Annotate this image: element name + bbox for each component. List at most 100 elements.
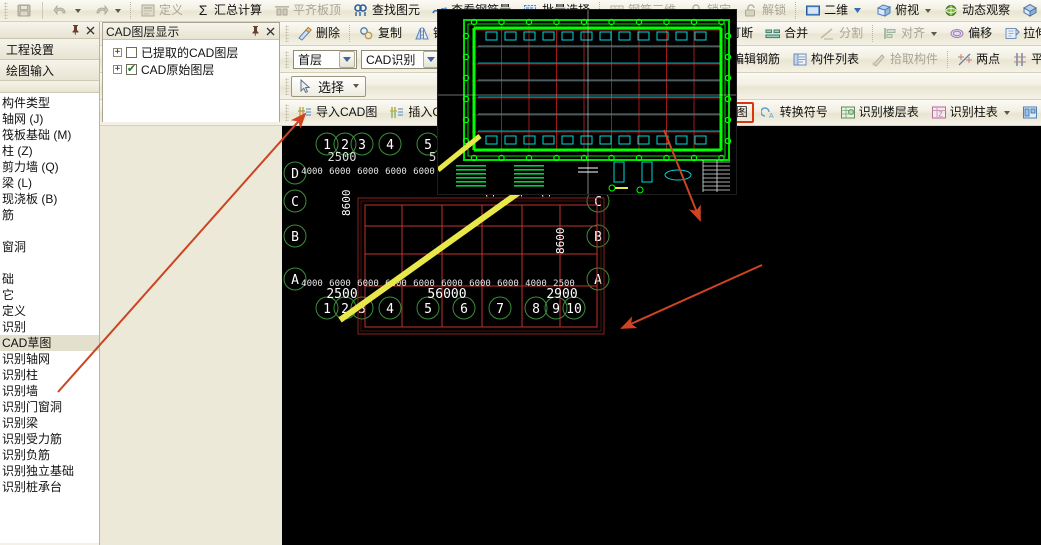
toolbar-item-delete[interactable]: 删除 [292,24,345,43]
toolbar-item-identify-door-window-table[interactable]: 识别门窗表 [1017,103,1041,122]
toolbar-grip[interactable] [285,50,289,68]
align-icon [882,26,898,41]
chevron-down-icon[interactable] [931,31,938,36]
chevron-down-icon[interactable] [339,50,355,68]
component-tree-item[interactable]: 窗洞 [0,239,99,255]
quick-save-button[interactable] [11,1,37,20]
toolbar-grip[interactable] [285,77,289,95]
redo-button[interactable] [88,1,126,20]
component-tree-item[interactable] [0,223,99,239]
toolbar-item-copy[interactable]: 复制 [354,24,407,43]
expand-icon[interactable]: + [113,48,122,57]
chevron-down-icon[interactable] [851,3,864,18]
component-tree-item[interactable]: 识别轴网 [0,351,99,367]
component-tree-item[interactable]: 现浇板 (B) [0,191,99,207]
toolbar-item-pick-component[interactable]: 拾取构件 [866,50,943,69]
toolbar-item-stretch[interactable]: 拉伸 [999,24,1041,43]
insert-cad-icon [389,105,405,120]
module-select[interactable]: CAD识别 [361,49,441,70]
component-tree-item[interactable] [0,255,99,271]
toolbar-item-find-element[interactable]: 查找图元 [348,1,425,20]
component-tree-item[interactable]: 筏板基础 (M) [0,127,99,143]
redo-icon [93,3,109,18]
toolbar-item-define[interactable]: 定义 [135,1,188,20]
select-button[interactable]: 选择 [291,75,367,97]
cad-layer-row-original[interactable]: + ✔ CAD原始图层 [113,61,279,78]
component-tree-item[interactable]: 识别门窗洞 [0,399,99,415]
undo-icon [53,3,69,18]
component-tree-item[interactable]: 识别受力筋 [0,431,99,447]
chevron-down-icon[interactable] [353,84,360,88]
toolbar-label: 二维 [824,3,849,17]
component-tree-item[interactable]: 识别墙 [0,383,99,399]
toolbar-item-unlock[interactable]: 解锁 [738,1,791,20]
component-tree-item[interactable]: 梁 (L) [0,175,99,191]
expand-icon[interactable]: + [113,65,122,74]
toolbar-grip[interactable] [4,2,8,19]
component-tree-item[interactable]: 础 [0,271,99,287]
component-tree-item[interactable]: 识别柱 [0,367,99,383]
undo-caret-icon[interactable] [75,8,81,13]
svg-text:6000: 6000 [357,279,379,289]
toolbar-label: 分割 [839,26,864,40]
toolbar-item-summary-calc[interactable]: Σ 汇总计算 [190,1,267,20]
toolbar-item-two-point[interactable]: 两点 [952,50,1005,69]
toolbar-grip[interactable] [285,104,289,121]
component-tree-item[interactable]: 定义 [0,303,99,319]
component-tree-item[interactable]: 识别负筋 [0,447,99,463]
toolbar-item-merge[interactable]: 合并 [760,24,813,43]
component-tree-item[interactable]: CAD草图 [0,335,99,351]
toolbar-label: 识别楼层表 [858,105,919,119]
redo-caret-icon[interactable] [115,8,121,13]
toolbar-label: 拉伸 [1023,26,1041,40]
svg-text:A: A [769,113,774,120]
toolbar-item-top-view[interactable]: 俯视 [871,1,936,20]
toolbar-item-identify-floor-table[interactable]: 识别楼层表 [835,103,924,122]
chevron-down-icon[interactable] [925,8,932,13]
toolbar-item-parallel[interactable]: 平行 [1007,50,1041,69]
component-tree-item[interactable]: 筋 [0,207,99,223]
toolbar-item-view-2d[interactable]: 二维 [800,1,869,20]
checkbox-unchecked-icon[interactable] [126,47,137,58]
component-tree-item[interactable]: 识别梁 [0,415,99,431]
identify-floor-table-icon [840,105,856,120]
undo-button[interactable] [48,1,86,20]
toolbar-item-identify-column-table[interactable]: Z 识别柱表 [926,103,1015,122]
toolbar-label: 编辑钢筋 [732,51,781,66]
chevron-down-icon[interactable] [1003,110,1010,115]
component-tree-item[interactable]: 轴网 (J) [0,111,99,127]
svg-text:Z: Z [938,112,943,119]
svg-text:8600: 8600 [554,228,567,255]
svg-text:2500: 2500 [326,287,357,302]
toolbar-item-local-3d[interactable]: 局部三维 [1017,1,1041,20]
component-tree-item[interactable]: 识别桩承台 [0,479,99,495]
component-tree-item[interactable]: 柱 (Z) [0,143,99,159]
find-element-icon [353,3,369,18]
component-tree-list[interactable]: 构件类型 轴网 (J) 筏板基础 (M) 柱 (Z) 剪力墙 (Q) 梁 (L) 现浇板 (… [0,95,99,495]
close-icon[interactable] [264,25,277,38]
sidebar-item-project-settings[interactable]: 工程设置 [0,39,99,60]
floor-select[interactable]: 首层 [293,49,357,70]
cad-thumbnail[interactable] [437,9,737,195]
toolbar-item-dynamic-observe[interactable]: 动态观察 [938,1,1015,20]
component-tree-item[interactable]: 识别 [0,319,99,335]
toolbar-item-convert-symbol[interactable]: A 转换符号 [756,103,833,122]
toolbar-item-align-slab-top[interactable]: 平齐板顶 [269,1,346,20]
toolbar-item-import-cad[interactable]: 导入CAD图 [292,103,382,122]
toolbar-item-align[interactable]: 对齐 [877,24,942,43]
toolbar-item-split[interactable]: 分割 [815,24,868,43]
toolbar-grip[interactable] [285,25,289,42]
pin-icon[interactable] [69,24,82,37]
sidebar-item-drawing-input[interactable]: 绘图输入 [0,60,99,81]
toolbar-item-offset[interactable]: 偏移 [944,24,997,43]
toolbar-item-component-list[interactable]: 构件列表 [787,50,864,69]
checkbox-checked-icon[interactable]: ✔ [126,64,137,75]
component-tree-item[interactable]: 识别独立基础 [0,463,99,479]
cad-layer-row-extracted[interactable]: + 已提取的CAD图层 [113,44,279,61]
two-point-icon [957,52,973,67]
component-tree-item[interactable]: 剪力墙 (Q) [0,159,99,175]
pin-icon[interactable] [249,25,262,38]
svg-text:1: 1 [323,302,331,317]
component-tree-item[interactable]: 它 [0,287,99,303]
close-icon[interactable] [84,24,97,37]
